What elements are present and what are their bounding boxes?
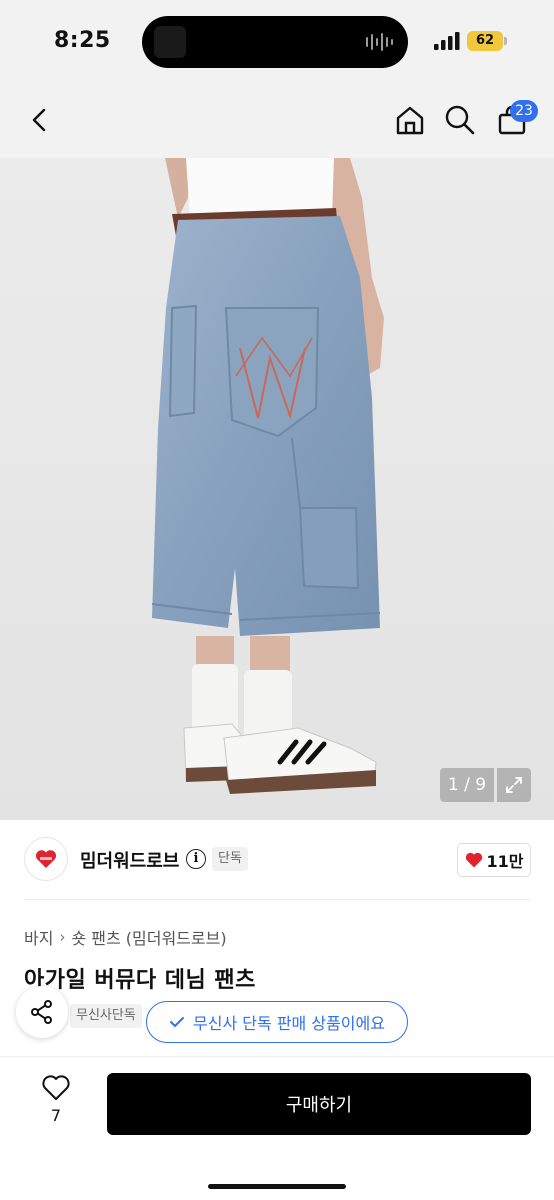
breadcrumb-category[interactable]: 바지 [24,925,53,949]
image-counter: 1 / 9 [440,768,494,802]
battery-indicator: 62 [467,31,503,51]
product-photo [0,158,554,820]
exclusive-note: 무신사 단독 판매 상품이에요 [193,1014,385,1033]
brand-like-count: 11만 [486,852,524,871]
product-title: 아가일 버뮤다 데님 팬츠 [24,968,256,993]
product-image[interactable] [0,158,554,820]
breadcrumb: 바지 › 숏 팬츠 (밈더워드로브) [24,925,227,949]
search-button[interactable] [438,98,482,142]
heart-outline-icon [42,1075,70,1100]
exclusive-tag: 무신사단독 [70,1004,142,1028]
brand-name[interactable]: 밈더워드로브 [80,847,179,873]
wishlist-count: 7 [50,1106,62,1125]
signal-icon [434,32,460,50]
home-button[interactable] [388,98,432,142]
audio-wave-icon [366,33,393,51]
home-indicator [208,1184,346,1189]
info-icon[interactable]: i [186,849,206,869]
share-icon [31,1000,52,1024]
expand-icon [506,777,522,793]
heart-logo-icon [35,850,57,868]
brand-logo[interactable] [24,837,68,881]
check-icon [170,1017,185,1027]
camera-icon [154,26,186,58]
divider [24,899,530,900]
status-time: 8:25 [54,28,111,53]
heart-icon [465,852,482,868]
cart-count-badge: 23 [510,100,538,122]
buy-button[interactable]: 구매하기 [107,1073,531,1135]
back-button[interactable] [18,98,62,142]
breadcrumb-subcategory[interactable]: 숏 팬츠 (밈더워드로브) [71,925,226,949]
exclusive-tooltip: 무신사 단독 판매 상품이에요 [146,1001,408,1043]
top-nav [0,84,554,158]
home-icon [396,106,424,135]
brand-exclusive-tag: 단독 [212,847,248,871]
expand-image-button[interactable] [497,768,531,802]
search-icon [445,105,475,135]
dynamic-island [142,16,408,68]
wishlist-button[interactable]: 7 [30,1074,82,1134]
battery-tip [504,37,507,45]
status-bar: 8:25 62 [0,0,554,84]
share-button[interactable] [16,986,68,1038]
chevron-right-icon: › [59,928,66,946]
brand-like-button[interactable]: 11만 [457,843,531,877]
back-icon [32,108,46,132]
